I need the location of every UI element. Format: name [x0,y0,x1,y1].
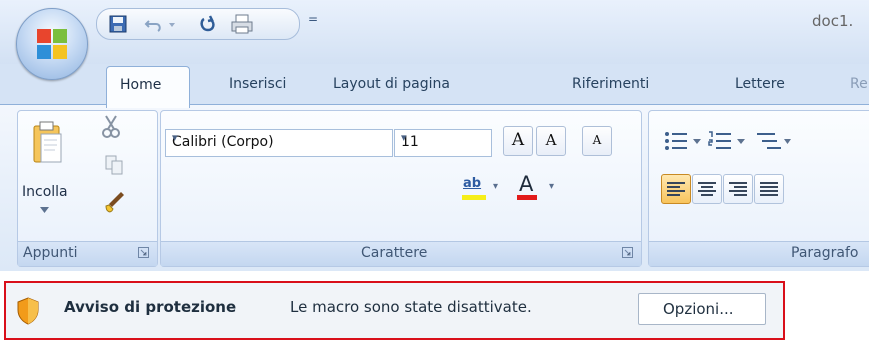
title-bar: = doc1. [0,0,869,64]
align-left-button[interactable] [661,174,691,204]
tab-home[interactable]: Home [106,66,190,108]
office-logo-icon [37,29,67,59]
tab-page-layout[interactable]: Layout di pagina [333,76,450,92]
font-caption: Carattere [161,241,641,266]
font-size-select[interactable]: 11 ▾ [394,129,492,157]
tab-insert[interactable]: Inserisci [229,76,286,92]
highlight-color-bar [462,195,486,200]
font-color-button[interactable]: A [511,172,543,202]
print-icon[interactable] [229,13,257,35]
align-right-button[interactable] [723,174,753,204]
quick-access-toolbar [96,8,300,40]
font-family-select[interactable]: Calibri (Corpo) ▾ [165,129,393,157]
grow-font-icon: A [511,130,525,150]
highlight-icon: ab [463,176,482,191]
align-center-icon [698,182,716,196]
redo-icon[interactable] [197,13,219,35]
format-painter-icon[interactable] [102,189,128,217]
font-group: Calibri (Corpo) ▾ 11 ▾ A A A G C S ▾ abc… [160,110,642,309]
clipboard-caption: Appunti [18,241,157,266]
font-color-bar [517,195,537,200]
shrink-font-button[interactable]: A [536,126,566,156]
shrink-font-icon: A [545,131,557,149]
tab-mailings[interactable]: Lettere [735,76,785,92]
grow-font-button[interactable]: A [503,126,533,156]
align-center-button[interactable] [692,174,722,204]
clipboard-group: Incolla Appunti [17,110,158,267]
undo-icon[interactable] [143,13,165,35]
document-title: doc1. [812,12,854,30]
highlight-button[interactable]: ab [458,174,490,202]
font-caption-label: Carattere [361,245,428,261]
save-icon[interactable] [107,13,129,35]
font-dialog-launcher-icon[interactable] [622,247,633,258]
clear-format-icon: A [592,133,602,147]
font-family-dropdown-icon: ▾ [172,131,178,144]
options-button[interactable]: Opzioni... [638,293,766,325]
font-color-icon: A [519,172,534,196]
security-warning-message: Le macro sono state disattivate. [290,298,532,316]
tab-home-label: Home [120,77,162,93]
tab-review[interactable]: Re [850,76,868,92]
clipboard-dialog-launcher-icon[interactable] [138,247,149,258]
font-size-dropdown-icon: ▾ [401,131,407,144]
copy-icon[interactable] [104,154,124,176]
paragraph-caption: Paragrafo [649,241,869,266]
security-warning-title: Avviso di protezione [64,298,237,316]
paste-dropdown-icon[interactable] [40,207,49,213]
bullets-icon[interactable] [663,129,703,153]
justify-button[interactable] [754,174,784,204]
options-button-label: Opzioni... [663,300,734,318]
shield-icon [17,297,39,325]
justify-icon [760,182,778,196]
security-warning-bar: Avviso di protezione Le macro sono state… [4,281,785,340]
paste-label[interactable]: Incolla [22,184,68,200]
font-color-dropdown-icon[interactable]: ▾ [549,181,554,192]
clipboard-caption-label: Appunti [23,245,78,261]
align-left-icon [667,182,685,196]
cut-icon[interactable] [100,113,122,139]
highlight-dropdown-icon[interactable]: ▾ [493,181,498,192]
align-right-icon [729,182,747,196]
office-button[interactable] [16,8,88,80]
multilevel-list-icon[interactable] [753,129,793,153]
customize-qat-icon[interactable]: = [308,12,318,26]
clear-format-button[interactable]: A [582,126,612,156]
paragraph-caption-label: Paragrafo [791,245,859,261]
numbering-icon[interactable] [707,129,747,153]
undo-dropdown-icon[interactable] [167,13,177,35]
tab-references[interactable]: Riferimenti [572,76,649,92]
paste-icon[interactable] [31,121,67,169]
paragraph-group: Paragrafo [648,110,869,267]
